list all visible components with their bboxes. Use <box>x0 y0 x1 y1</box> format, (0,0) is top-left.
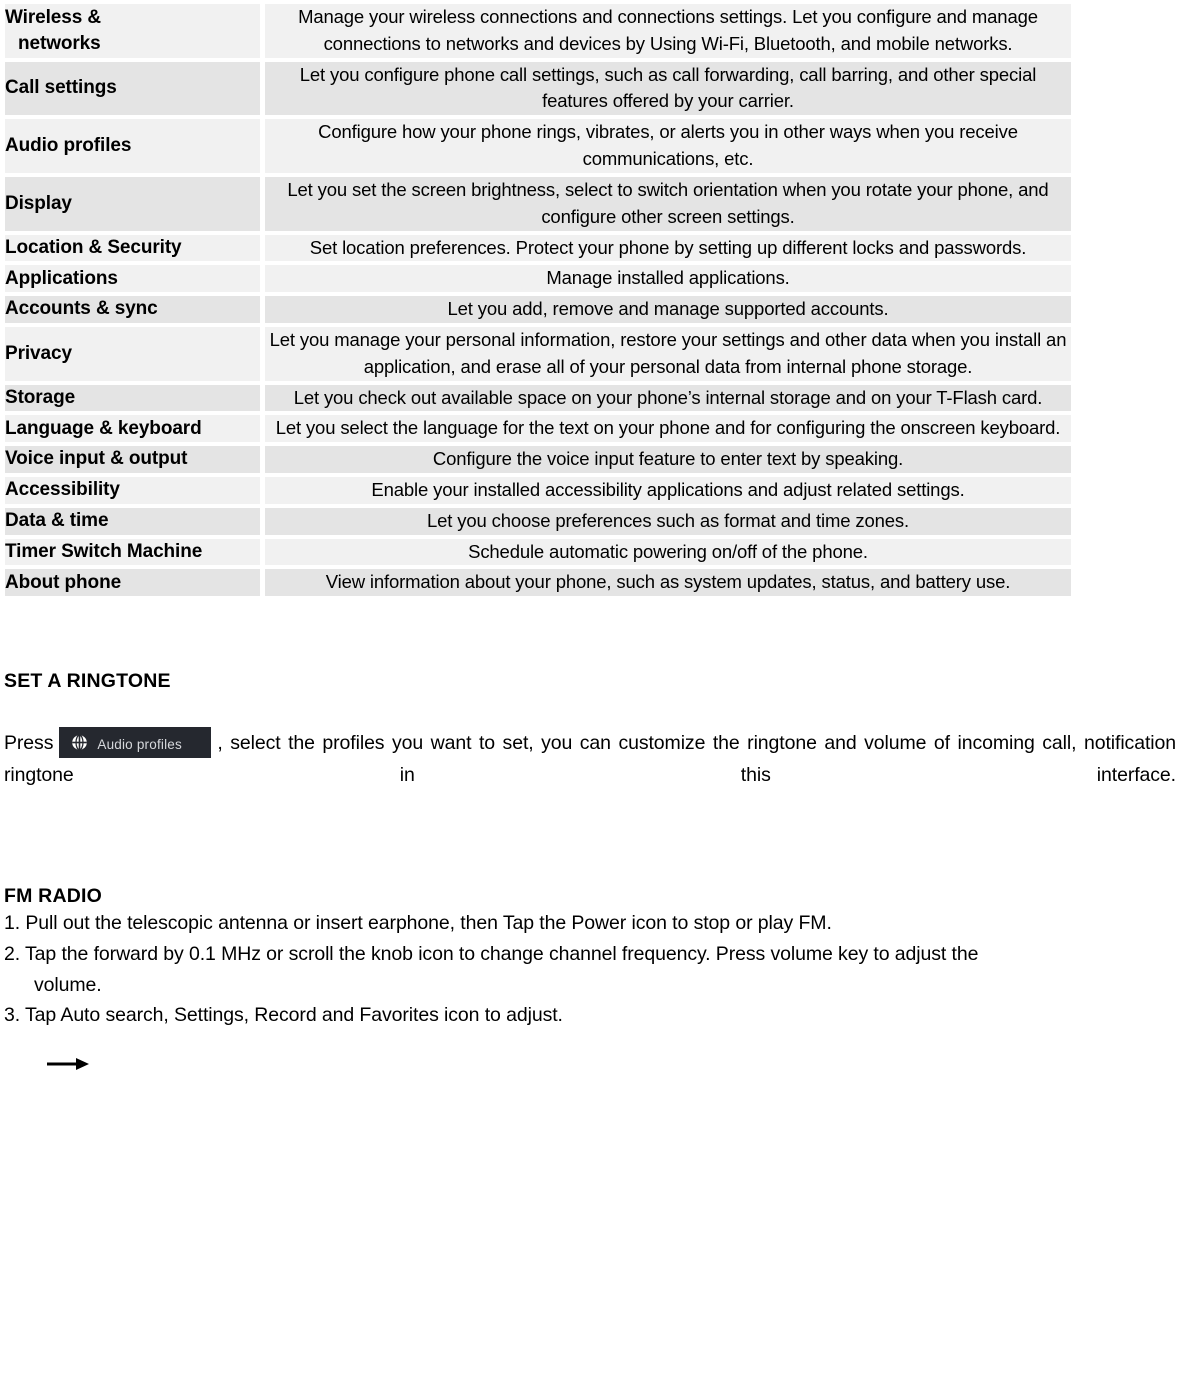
setting-description-cell: Let you check out available space on you… <box>265 384 1071 412</box>
press-label: Press <box>4 732 54 755</box>
set-a-ringtone-section: SET A RINGTONE Press Audio profiles, sele… <box>0 670 1182 823</box>
setting-name-cell: Audio profiles <box>5 119 260 173</box>
set-a-ringtone-heading: SET A RINGTONE <box>4 670 171 693</box>
setting-description-cell: Schedule automatic powering on/off of th… <box>265 538 1071 566</box>
set-a-ringtone-paragraph: Press Audio profiles, select the profiles… <box>4 727 1176 823</box>
table-row: About phone View information about your … <box>5 569 1071 597</box>
table-row: Voice input & output Configure the voice… <box>5 446 1071 473</box>
setting-name-cell: Accessibility <box>5 477 260 504</box>
setting-name-cell: Location & Security <box>5 234 260 262</box>
fm-radio-section: FM RADIO 1. Pull out the telescopic ante… <box>0 885 1182 1031</box>
table-row: Timer Switch Machine Schedule automatic … <box>5 538 1071 566</box>
table-row: Language & keyboard Let you select the l… <box>5 415 1071 443</box>
setting-name-cell: Data & time <box>5 507 260 535</box>
setting-name-cell: Applications <box>5 265 260 293</box>
setting-name-cell: Language & keyboard <box>5 415 260 443</box>
fm-radio-step-2-continuation: volume. <box>34 973 102 996</box>
setting-name-cell: Timer Switch Machine <box>5 538 260 566</box>
fm-radio-step-1: 1. Pull out the telescopic antenna or in… <box>4 911 832 934</box>
audio-profiles-sphere-icon <box>72 734 88 751</box>
setting-description-cell: Let you manage your personal information… <box>265 326 1071 381</box>
fm-radio-step-3: 3. Tap Auto search, Settings, Record and… <box>4 1004 563 1027</box>
setting-name-cell: About phone <box>5 569 260 597</box>
settings-overview-table: Wireless & networks Manage your wireless… <box>0 0 1076 600</box>
setting-description-cell: Let you add, remove and manage supported… <box>265 296 1071 323</box>
setting-description-cell: Let you set the screen brightness, selec… <box>265 176 1071 231</box>
audio-profiles-chip-label: Audio profiles <box>97 737 182 753</box>
setting-description-cell: Manage your wireless connections and con… <box>265 4 1071 58</box>
setting-name-cell: Display <box>5 176 260 231</box>
table-row: Applications Manage installed applicatio… <box>5 265 1071 293</box>
setting-description-cell: Configure how your phone rings, vibrates… <box>265 119 1071 173</box>
setting-description-cell: Let you configure phone call settings, s… <box>265 61 1071 116</box>
setting-name-cell: Storage <box>5 384 260 412</box>
setting-name-line2: networks <box>18 32 101 54</box>
table-row: Location & Security Set location prefere… <box>5 234 1071 262</box>
table-row: Accounts & sync Let you add, remove and … <box>5 296 1071 323</box>
setting-name-cell: Voice input & output <box>5 446 260 473</box>
setting-name-cell: Privacy <box>5 326 260 381</box>
audio-profiles-chip[interactable]: Audio profiles <box>59 727 212 759</box>
table-row: Privacy Let you manage your personal inf… <box>5 326 1071 381</box>
right-arrow-icon <box>47 1058 89 1070</box>
setting-description-cell: Let you choose preferences such as forma… <box>265 507 1071 535</box>
table-row: Data & time Let you choose preferences s… <box>5 507 1071 535</box>
table-row: Wireless & networks Manage your wireless… <box>5 4 1071 58</box>
table-row: Display Let you set the screen brightnes… <box>5 176 1071 231</box>
setting-description-cell: Let you select the language for the text… <box>265 415 1071 443</box>
setting-name-cell: Accounts & sync <box>5 296 260 323</box>
table-row: Audio profiles Configure how your phone … <box>5 119 1071 173</box>
setting-name-line1: Wireless & <box>5 6 101 28</box>
fm-radio-step-2: 2. Tap the forward by 0.1 MHz or scroll … <box>4 939 1176 1001</box>
fm-radio-heading: FM RADIO <box>4 884 103 907</box>
setting-name-cell: Wireless & networks <box>5 4 260 58</box>
setting-description-cell: Configure the voice input feature to ent… <box>265 446 1071 473</box>
setting-description-cell: Manage installed applications. <box>265 265 1071 293</box>
setting-name-cell: Call settings <box>5 61 260 116</box>
table-row: Storage Let you check out available spac… <box>5 384 1071 412</box>
fm-radio-step-2-text: 2. Tap the forward by 0.1 MHz or scroll … <box>4 942 979 965</box>
table-row: Accessibility Enable your installed acce… <box>5 477 1071 504</box>
setting-description-cell: View information about your phone, such … <box>265 569 1071 597</box>
setting-description-cell: Enable your installed accessibility appl… <box>265 477 1071 504</box>
setting-description-cell: Set location preferences. Protect your p… <box>265 234 1071 262</box>
settings-table-body: Wireless & networks Manage your wireless… <box>5 4 1071 597</box>
heading-gap <box>4 693 1176 727</box>
table-row: Call settings Let you configure phone ca… <box>5 61 1071 116</box>
